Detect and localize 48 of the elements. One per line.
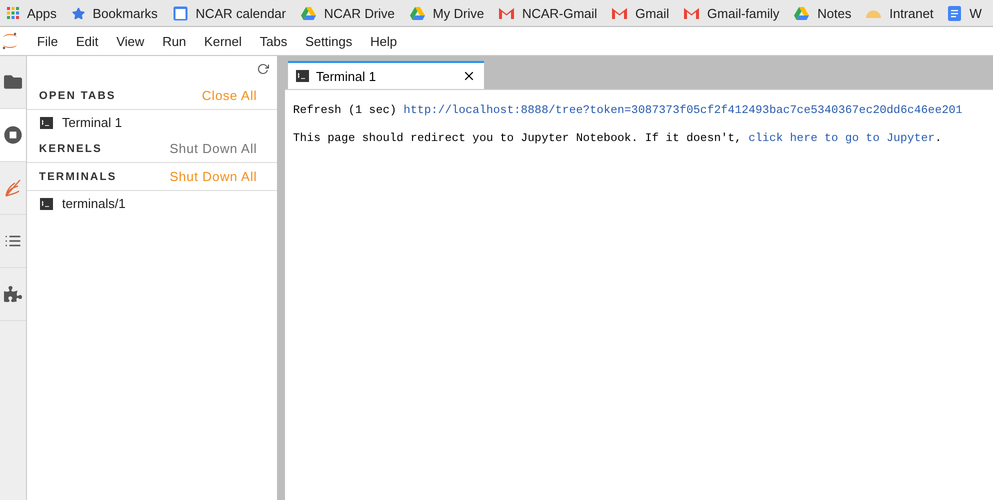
menu-item[interactable]: Help (361, 34, 406, 48)
drive-icon (410, 6, 425, 20)
mail-icon (499, 7, 514, 19)
session-item[interactable]: Terminal 1 (27, 110, 277, 135)
bookmark-link[interactable]: Gmail (612, 6, 670, 20)
section-title: KERNELS (39, 142, 102, 154)
jupyter-logo-icon (2, 32, 18, 50)
document-tab[interactable]: Terminal 1 (288, 61, 484, 89)
terminal-icon (296, 70, 309, 82)
jupyter-link[interactable]: click here to go to Jupyter (748, 132, 935, 145)
puzzle-icon (4, 285, 22, 303)
menu-item[interactable]: File (28, 34, 67, 48)
menu-item[interactable]: Edit (66, 34, 108, 48)
redirect-message: This page should redirect you to Jupyter Notebook. If it doesn't, click here to go to Jupyter. (293, 132, 943, 145)
section-title: TERMINALS (39, 170, 117, 182)
session-item[interactable]: terminals/1 (27, 191, 277, 216)
menu-item[interactable]: Settings (296, 34, 362, 48)
bookmark-link[interactable]: Gmail-family (684, 6, 780, 20)
menu-item[interactable]: Tabs (250, 34, 296, 48)
star-icon (72, 6, 85, 20)
bookmark-link[interactable]: NCAR Drive (301, 6, 395, 20)
flame-icon (4, 178, 22, 198)
bookmark-link[interactable]: Intranet (866, 6, 934, 20)
bookmark-link[interactable]: W (948, 6, 982, 20)
bookmark-link[interactable]: Bookmarks (72, 6, 158, 20)
drive-icon (794, 6, 810, 20)
refresh-icon[interactable] (257, 63, 269, 75)
bookmark-link[interactable]: NCAR calendar (172, 6, 286, 20)
drive-icon (301, 6, 316, 20)
folder-icon (4, 73, 22, 91)
menu-item[interactable]: Kernel (195, 34, 251, 48)
bookmark-link[interactable]: Apps (7, 6, 57, 20)
menu-item[interactable]: Run (153, 34, 196, 48)
menu-item[interactable]: View (107, 34, 154, 48)
mail-icon (612, 7, 628, 19)
sidebar-tab[interactable] (0, 109, 26, 162)
apps-grid-icon (7, 7, 19, 19)
terminal-icon (40, 116, 53, 128)
close-icon[interactable] (462, 69, 476, 83)
terminal-icon (40, 198, 53, 210)
bookmark-link[interactable]: NCAR-Gmail (499, 6, 598, 20)
url-link[interactable]: http://localhost:8888/tree?token=3087373f05cf2f412493bac7ce5340367ec20dd6c46ee201 (403, 104, 962, 117)
document-icon (948, 6, 962, 20)
section-title: OPEN TABS (39, 90, 116, 102)
mail-icon (684, 7, 700, 19)
bookmark-link[interactable]: Notes (794, 6, 852, 20)
refresh-text: Refresh (1 sec) http://localhost:8888/tree?token=3087373f05cf2f412493bac7ce5340367ec20dd6c46ee201 (293, 104, 964, 117)
bookmark-link[interactable]: My Drive (410, 6, 484, 20)
